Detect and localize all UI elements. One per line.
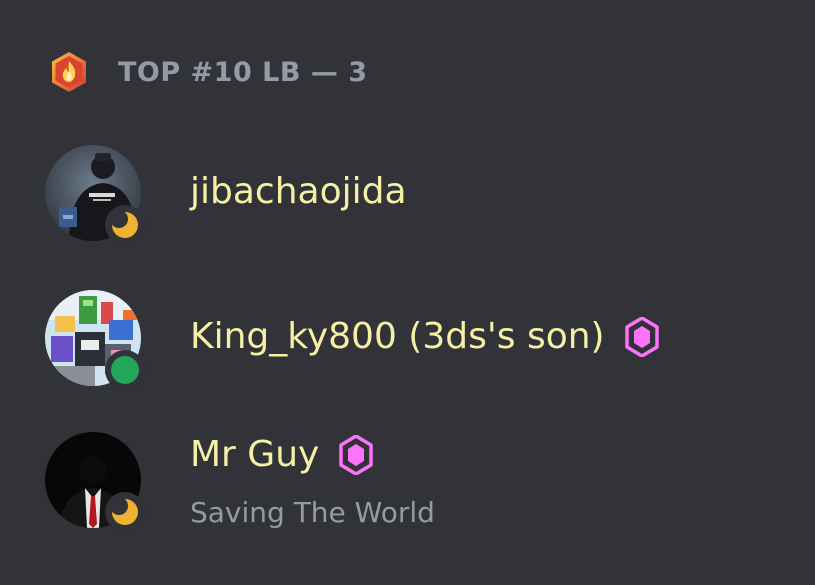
username[interactable]: jibachaojida xyxy=(190,171,407,212)
username[interactable]: King_ky800 (3ds's son) xyxy=(190,316,605,357)
role-header: TOP #10 LB — 3 xyxy=(50,50,368,94)
name-row: King_ky800 (3ds's son) xyxy=(190,316,659,357)
member-item-mr-guy[interactable]: Mr Guy Saving The World xyxy=(45,432,785,532)
role-title: TOP #10 LB — 3 xyxy=(118,56,368,88)
role-flame-shield-icon xyxy=(52,52,86,92)
member-list-panel: TOP #10 LB — 3 jibachaojida King_ky800 (… xyxy=(0,0,815,585)
avatar-wrap xyxy=(45,145,145,245)
avatar-wrap xyxy=(45,432,145,532)
server-boost-gem-icon[interactable] xyxy=(339,434,374,475)
status-idle xyxy=(105,205,145,245)
member-item-jibachaojida[interactable]: jibachaojida xyxy=(45,145,785,245)
avatar-wrap xyxy=(45,290,145,390)
moon-icon xyxy=(110,497,138,525)
moon-icon xyxy=(110,210,138,238)
server-boost-gem-icon[interactable] xyxy=(624,316,659,357)
name-row: Mr Guy xyxy=(190,434,374,475)
custom-status: Saving The World xyxy=(190,496,435,529)
member-item-king-ky800[interactable]: King_ky800 (3ds's son) xyxy=(45,290,785,390)
name-row: jibachaojida xyxy=(190,171,407,212)
status-idle xyxy=(105,492,145,532)
status-online xyxy=(105,350,145,390)
online-dot-icon xyxy=(111,356,139,384)
username[interactable]: Mr Guy xyxy=(190,434,319,475)
